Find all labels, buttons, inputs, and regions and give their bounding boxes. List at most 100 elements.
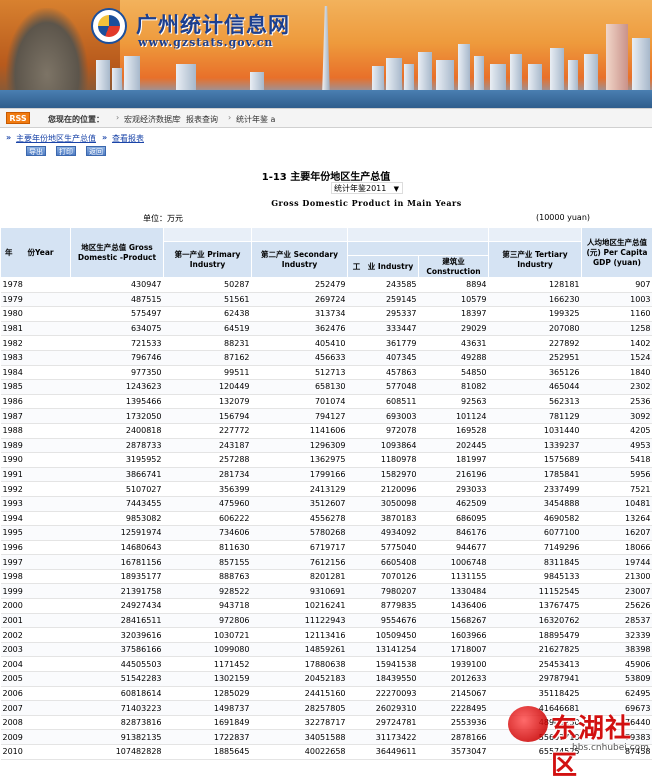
cell-secondary: 405410 [252,336,348,351]
cell-primary: 1099080 [164,642,252,657]
cell-construction: 101124 [419,409,489,424]
table-row: 1992510702735639924131292120096293033233… [1,482,652,497]
building [386,58,402,94]
cell-tertiary: 16320762 [489,613,582,628]
export-button[interactable]: 导出 [26,146,46,156]
table-row: 1978430947502872524792435858894128181907 [1,278,652,293]
cell-per-capita: 32339 [582,628,652,643]
table-row: 1979487515515612697242591451057916623010… [1,292,652,307]
location-bar: RSS 您现在的位置： › 宏观经济数据库 › 报表查询 › 统计年鉴 a [0,108,652,128]
cell-primary: 1171452 [164,657,252,672]
cell-primary: 888763 [164,569,252,584]
table-row: 1993744345547596035126073050098462509345… [1,496,652,511]
cell-construction: 181997 [419,453,489,468]
cell-gdp: 575497 [71,307,164,322]
cell-per-capita: 18066 [582,540,652,555]
breadcrumb-separator-icon: › [178,113,181,122]
header-per-capita: 人均地区生产总值(元) Per Capita GDP (yuan) [582,228,652,278]
table-row: 1981634075645193624763334472902920708012… [1,321,652,336]
yearbook-select[interactable]: 统计年鉴2011 ▼ [331,182,403,194]
yearbook-select-value: 统计年鉴2011 [334,184,386,193]
cell-gdp: 24927434 [71,599,164,614]
report-name-link[interactable]: 主要年份地区生产总值 [16,133,96,144]
rss-button[interactable]: RSS [6,112,30,124]
cell-secondary: 313734 [252,307,348,322]
cell-construction: 10579 [419,292,489,307]
breadcrumb-item-yearbook[interactable]: 统计年鉴 a [236,114,275,125]
cell-primary: 606222 [164,511,252,526]
cell-secondary: 24415160 [252,686,348,701]
table-row: 1998189351778887638201281707012611311559… [1,569,652,584]
cell-tertiary: 227892 [489,336,582,351]
cell-construction: 49288 [419,350,489,365]
back-button[interactable]: 返回 [86,146,106,156]
building [632,38,650,94]
cell-gdp: 2878733 [71,438,164,453]
site-url[interactable]: www.gzstats.gov.cn [138,36,273,49]
cell-primary: 99511 [164,365,252,380]
table-row: 2004445055031171452178806381594153819391… [1,657,652,672]
cell-primary: 1285029 [164,686,252,701]
cell-gdp: 7443455 [71,496,164,511]
cell-tertiary: 11152545 [489,584,582,599]
cell-construction: 8894 [419,278,489,293]
breadcrumb-item-report-query[interactable]: 报表查询 [186,114,218,125]
cell-industry: 8779835 [348,599,419,614]
cell-primary: 1498737 [164,701,252,716]
cell-industry: 259145 [348,292,419,307]
cell-primary: 257288 [164,453,252,468]
cell-primary: 1722837 [164,730,252,745]
cell-per-capita: 2302 [582,380,652,395]
cell-gdp: 634075 [71,321,164,336]
cell-secondary: 1799166 [252,467,348,482]
cell-gdp: 37586166 [71,642,164,657]
cell-year: 1983 [1,350,71,365]
cell-gdp: 82873816 [71,715,164,730]
cell-industry: 5775040 [348,540,419,555]
cell-construction: 54850 [419,365,489,380]
cell-tertiary: 4690582 [489,511,582,526]
cell-per-capita: 10481 [582,496,652,511]
cell-primary: 857155 [164,555,252,570]
gdp-table: 年 份Year 地区生产总值 Gross Domestic -Product 人… [0,227,652,760]
cell-primary: 87162 [164,350,252,365]
breadcrumb-item-macro-database[interactable]: 宏观经济数据库 [124,114,180,125]
cell-year: 2002 [1,628,71,643]
cell-construction: 1131155 [419,569,489,584]
cell-primary: 243187 [164,438,252,453]
cell-gdp: 5107027 [71,482,164,497]
cell-gdp: 2400818 [71,423,164,438]
cell-tertiary: 21627825 [489,642,582,657]
cell-secondary: 701074 [252,394,348,409]
cell-primary: 120449 [164,380,252,395]
table-row: 2001284165119728061112294395546761568267… [1,613,652,628]
building [550,48,564,94]
table-row: 1996146806438116306719717577504094467771… [1,540,652,555]
breadcrumb-separator-icon: › [116,113,119,122]
cell-construction: 43631 [419,336,489,351]
cell-construction: 216196 [419,467,489,482]
print-button[interactable]: 打印 [56,146,76,156]
building [124,56,140,94]
cell-year: 1988 [1,423,71,438]
site-title[interactable]: 广州统计信息网 [136,9,290,39]
gzstats-logo-icon[interactable] [91,8,127,44]
cell-industry: 3870183 [348,511,419,526]
cell-tertiary: 13767475 [489,599,582,614]
cell-gdp: 51542283 [71,672,164,687]
cell-year: 2005 [1,672,71,687]
cell-tertiary: 29787941 [489,672,582,687]
cell-construction: 2145067 [419,686,489,701]
cell-secondary: 10216241 [252,599,348,614]
cell-primary: 156794 [164,409,252,424]
cell-per-capita: 1258 [582,321,652,336]
cell-industry: 9554676 [348,613,419,628]
cell-gdp: 977350 [71,365,164,380]
cell-construction: 2878166 [419,730,489,745]
building [568,60,578,94]
view-report-link[interactable]: 查看报表 [112,133,144,144]
table-row: 2002320396161030721121134161050945016039… [1,628,652,643]
cell-primary: 64519 [164,321,252,336]
cell-year: 1986 [1,394,71,409]
cell-year: 1995 [1,526,71,541]
